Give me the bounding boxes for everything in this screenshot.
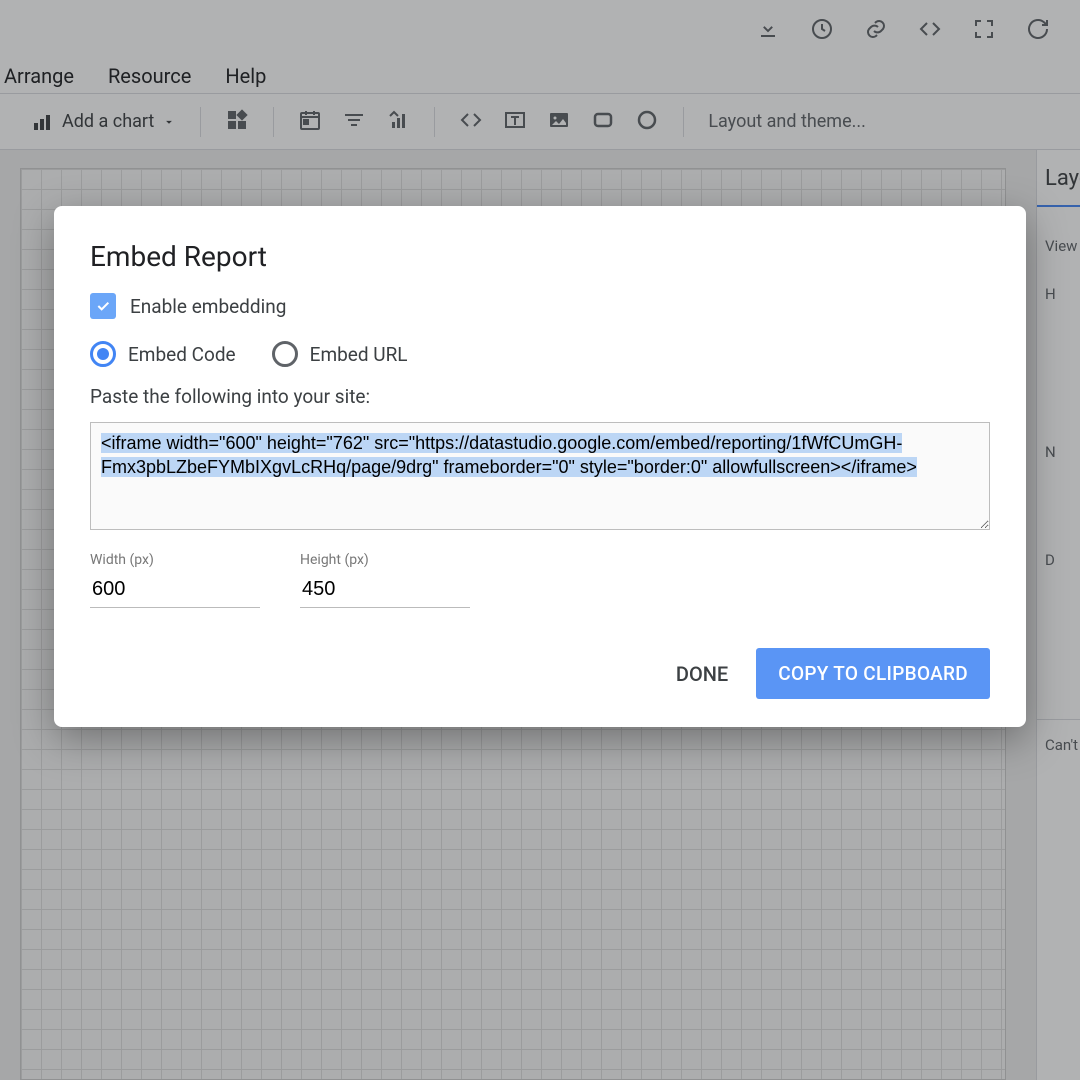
dialog-title: Embed Report bbox=[90, 240, 990, 273]
enable-embedding-label: Enable embedding bbox=[130, 295, 286, 318]
embed-code-text: <iframe width="600" height="762" src="ht… bbox=[101, 433, 917, 477]
embed-report-dialog: Embed Report Enable embedding Embed Code… bbox=[54, 206, 1026, 727]
embed-code-textarea[interactable]: <iframe width="600" height="762" src="ht… bbox=[90, 422, 990, 530]
paste-helper-text: Paste the following into your site: bbox=[90, 385, 990, 408]
radio-embed-code[interactable]: Embed Code bbox=[90, 341, 236, 367]
radio-embed-code-label: Embed Code bbox=[128, 343, 236, 366]
radio-embed-url-label: Embed URL bbox=[310, 343, 408, 366]
height-input[interactable] bbox=[300, 574, 470, 608]
copy-to-clipboard-button[interactable]: COPY TO CLIPBOARD bbox=[756, 648, 990, 699]
width-label: Width (px) bbox=[90, 552, 260, 568]
radio-icon bbox=[272, 341, 298, 367]
enable-embedding-checkbox[interactable] bbox=[90, 293, 116, 319]
height-label: Height (px) bbox=[300, 552, 470, 568]
modal-overlay: Embed Report Enable embedding Embed Code… bbox=[0, 0, 1080, 1080]
width-input[interactable] bbox=[90, 574, 260, 608]
radio-embed-url[interactable]: Embed URL bbox=[272, 341, 408, 367]
done-button[interactable]: DONE bbox=[676, 662, 728, 686]
radio-icon bbox=[90, 341, 116, 367]
